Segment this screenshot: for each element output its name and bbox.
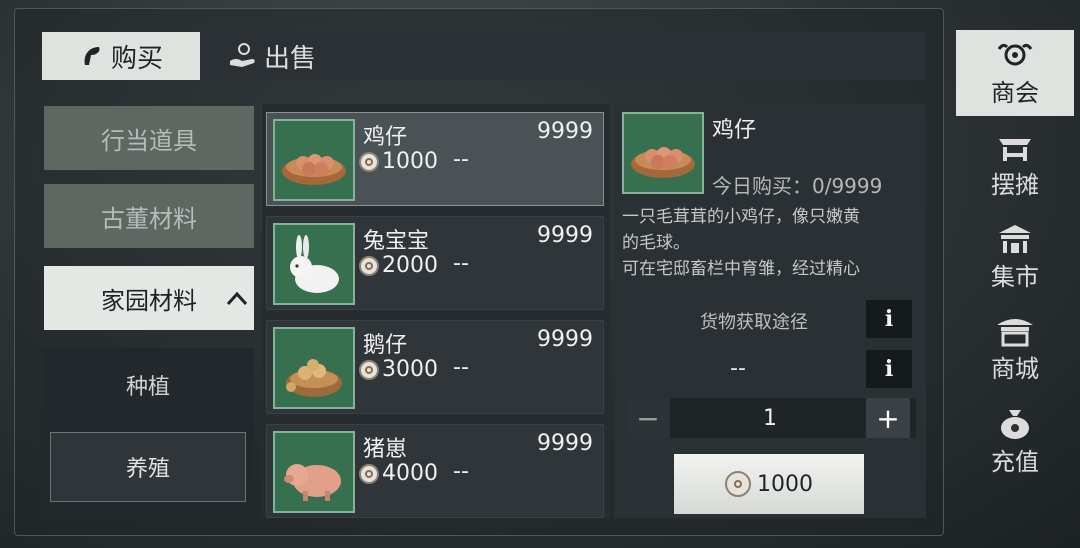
item-extra: -- (453, 251, 469, 276)
item-price: 2000 (359, 253, 438, 278)
stall-icon (999, 138, 1031, 161)
detail-item-name: 鸡仔 (712, 118, 757, 143)
sidebar-item-stall[interactable]: 摆摊 (956, 122, 1074, 208)
category-props-label: 行当道具 (101, 126, 197, 155)
item-price-value: 4000 (382, 461, 438, 486)
sidebar-item-label: 集市 (991, 262, 1039, 291)
item-extra: -- (453, 459, 469, 484)
item-price-value: 2000 (382, 253, 438, 278)
subcategory-breeding-label: 养殖 (125, 457, 170, 482)
buy-button[interactable]: 1000 (674, 454, 864, 514)
minus-icon: − (636, 401, 660, 435)
money-bag-icon (1001, 409, 1029, 439)
sidebar-item-label: 充值 (991, 447, 1039, 476)
coin-icon (359, 359, 379, 380)
description-line: 的毛球。 (622, 233, 690, 253)
eggs-basket-icon (273, 119, 355, 201)
subcategory-planting[interactable]: 种植 (50, 352, 246, 418)
item-name: 鹅仔 (363, 333, 408, 358)
item-description: 一只毛茸茸的小鸡仔，像只嫩黄 的毛球。 可在宅邸畜栏中育雏，经过精心 (622, 204, 922, 282)
info-button-2[interactable]: i (866, 350, 912, 388)
tab-sell[interactable]: 出售 (228, 32, 348, 80)
subcategory-planting-label: 种植 (125, 375, 170, 400)
item-stock: 9999 (537, 119, 593, 144)
item-price: 4000 (359, 461, 438, 486)
subcategory-breeding[interactable]: 养殖 (50, 432, 246, 502)
item-price-value: 1000 (382, 149, 438, 174)
sidebar-item-market[interactable]: 集市 (956, 214, 1074, 300)
category-props[interactable]: 行当道具 (44, 106, 254, 170)
item-stock: 9999 (537, 223, 593, 248)
list-item-gosling[interactable]: 鹅仔 9999 3000 -- (266, 320, 604, 414)
description-line: 可在宅邸畜栏中育雏，经过精心 (622, 259, 860, 279)
coin-icon (359, 463, 379, 484)
rabbit-icon (273, 223, 355, 305)
item-price-value: 3000 (382, 357, 438, 382)
category-home-label: 家园材料 (101, 286, 197, 315)
acquisition-source-value: -- (730, 356, 746, 381)
category-antiques-label: 古董材料 (101, 204, 197, 233)
tab-sell-label: 出售 (264, 43, 317, 74)
item-name: 兔宝宝 (363, 229, 430, 254)
item-stock: 9999 (537, 431, 593, 456)
info-icon: i (884, 306, 894, 332)
category-home[interactable]: 家园材料 (44, 266, 254, 330)
item-extra: -- (453, 355, 469, 380)
acquisition-source-label: 货物获取途径 (700, 312, 808, 333)
decrease-quantity-button[interactable]: − (626, 398, 670, 438)
list-item-piglet[interactable]: 猪崽 9999 4000 -- (266, 424, 604, 518)
increase-quantity-button[interactable]: + (866, 398, 910, 438)
sidebar-item-mall[interactable]: 商城 (956, 306, 1074, 392)
description-line: 一只毛茸茸的小鸡仔，像只嫩黄 (622, 207, 860, 227)
category-antiques[interactable]: 古董材料 (44, 184, 254, 248)
info-button[interactable]: i (866, 300, 912, 338)
sidebar-item-label: 摆摊 (991, 170, 1039, 199)
buy-icon (84, 47, 100, 65)
sidebar-item-guild[interactable]: 商会 (956, 30, 1074, 116)
tab-buy[interactable]: 购买 (42, 32, 200, 80)
item-name: 鸡仔 (363, 125, 408, 150)
item-price: 1000 (359, 149, 438, 174)
sidebar-item-label: 商城 (991, 354, 1039, 383)
daily-purchase-limit: 今日购买：0/9999 (712, 174, 883, 198)
buy-price: 1000 (757, 471, 813, 497)
list-item-chick[interactable]: 鸡仔 9999 1000 -- (266, 112, 604, 206)
item-price: 3000 (359, 357, 438, 382)
plus-icon: + (876, 401, 900, 435)
mall-pavilion-icon (997, 318, 1033, 346)
sidebar-item-label: 商会 (991, 78, 1039, 107)
item-stock: 9999 (537, 327, 593, 352)
tab-buy-label: 购买 (110, 43, 163, 74)
item-extra: -- (453, 147, 469, 172)
list-item-rabbit[interactable]: 兔宝宝 9999 2000 -- (266, 216, 604, 310)
piglet-icon (273, 431, 355, 513)
info-icon: i (884, 356, 894, 382)
detail-eggs-basket-icon (622, 112, 704, 194)
sidebar-item-recharge[interactable]: 充值 (956, 398, 1074, 484)
guild-emblem-icon (997, 43, 1033, 65)
chevron-up-icon (226, 284, 248, 312)
market-icon (999, 224, 1031, 253)
coin-icon (725, 471, 751, 497)
quantity-value[interactable]: 1 (670, 398, 870, 438)
sell-hand-icon (230, 43, 255, 67)
item-name: 猪崽 (363, 437, 408, 462)
goose-eggs-basket-icon (273, 327, 355, 409)
coin-icon (359, 255, 379, 276)
coin-icon (359, 151, 379, 172)
